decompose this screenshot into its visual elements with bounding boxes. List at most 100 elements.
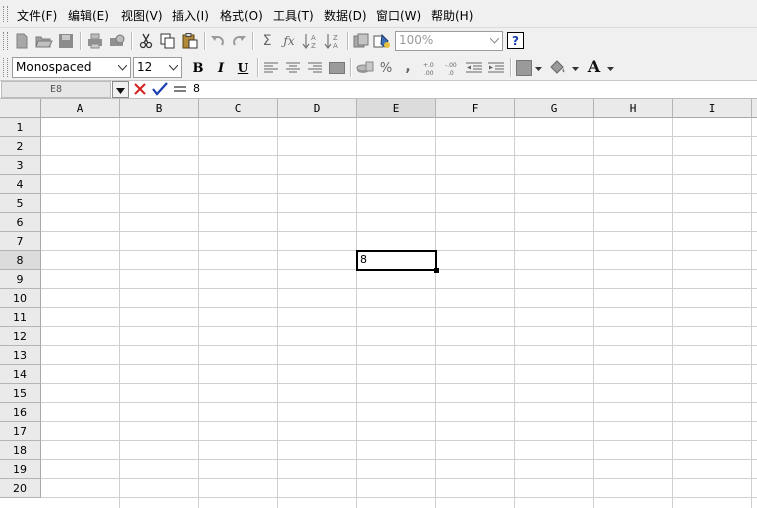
menu-data[interactable]: 数据(D): [324, 7, 367, 24]
drawing-icon[interactable]: [373, 32, 391, 50]
help-button[interactable]: ?: [507, 32, 524, 49]
row-header[interactable]: 3: [0, 156, 41, 175]
svg-text:+.0: +.0: [423, 62, 434, 69]
borders-dropdown-icon[interactable]: [533, 60, 543, 78]
row-header[interactable]: 18: [0, 441, 41, 460]
font-size-select[interactable]: 12: [133, 57, 182, 78]
equals-icon[interactable]: [173, 83, 187, 98]
comma-button[interactable]: ,: [399, 58, 417, 76]
sort-descending-icon[interactable]: ZA: [324, 32, 342, 50]
column-header[interactable]: H: [594, 99, 673, 118]
currency-icon[interactable]: [356, 59, 374, 77]
column-header[interactable]: F: [436, 99, 515, 118]
row-header[interactable]: 4: [0, 175, 41, 194]
percent-button[interactable]: %: [377, 59, 395, 77]
zoom-select[interactable]: 100%: [395, 31, 503, 51]
column-header[interactable]: C: [199, 99, 278, 118]
column-header[interactable]: E: [357, 99, 436, 118]
row-header[interactable]: 17: [0, 422, 41, 441]
row-header[interactable]: 7: [0, 232, 41, 251]
new-icon[interactable]: [13, 32, 31, 50]
row-header[interactable]: 10: [0, 289, 41, 308]
column-header[interactable]: A: [41, 99, 120, 118]
toolbar-grip: [3, 58, 8, 77]
row-header[interactable]: 2: [0, 137, 41, 156]
merge-cells-icon[interactable]: [328, 59, 346, 77]
svg-text:A: A: [311, 34, 316, 42]
row-header[interactable]: 9: [0, 270, 41, 289]
fill-color-icon[interactable]: [548, 59, 566, 77]
accept-icon[interactable]: [152, 82, 168, 99]
paste-icon[interactable]: [181, 32, 199, 50]
align-center-icon[interactable]: [284, 59, 302, 77]
font-size-value: 12: [137, 60, 153, 74]
increase-decimal-icon[interactable]: +.0.00: [421, 59, 439, 77]
print-icon[interactable]: [86, 32, 104, 50]
formula-input[interactable]: 8: [193, 82, 200, 95]
italic-button[interactable]: I: [212, 59, 230, 77]
menu-bar: 文件(F) 编辑(E) 视图(V) 插入(I) 格式(O) 工具(T) 数据(D…: [0, 0, 757, 28]
row-header[interactable]: 5: [0, 194, 41, 213]
menu-window[interactable]: 窗口(W): [376, 7, 421, 24]
row-header[interactable]: 8: [0, 251, 41, 270]
cut-icon[interactable]: [137, 32, 155, 50]
cell-reference-dropdown[interactable]: [112, 81, 129, 98]
copy-icon[interactable]: [159, 32, 177, 50]
sum-icon[interactable]: Σ: [258, 32, 276, 50]
font-color-dropdown-icon[interactable]: [605, 60, 615, 78]
increase-indent-icon[interactable]: [487, 59, 505, 77]
row-header[interactable]: 19: [0, 460, 41, 479]
decrease-indent-icon[interactable]: [465, 59, 483, 77]
align-right-icon[interactable]: [306, 59, 324, 77]
row-header[interactable]: 13: [0, 346, 41, 365]
zoom-value: 100%: [399, 33, 434, 47]
redo-icon[interactable]: [230, 32, 248, 50]
row-header[interactable]: 15: [0, 384, 41, 403]
column-header-partial[interactable]: [752, 99, 757, 118]
menu-help[interactable]: 帮助(H): [431, 7, 473, 24]
row-header[interactable]: 14: [0, 365, 41, 384]
column-header[interactable]: D: [278, 99, 357, 118]
decrease-decimal-icon[interactable]: -.00.0: [443, 59, 461, 77]
column-header[interactable]: I: [673, 99, 752, 118]
row-header[interactable]: 16: [0, 403, 41, 422]
open-icon[interactable]: [35, 32, 53, 50]
fill-color-dropdown-icon[interactable]: [570, 60, 580, 78]
menu-grip: [3, 6, 8, 22]
menu-file[interactable]: 文件(F): [17, 7, 57, 24]
menu-format[interactable]: 格式(O): [220, 7, 263, 24]
column-header[interactable]: B: [120, 99, 199, 118]
font-name-select[interactable]: Monospaced: [12, 57, 131, 78]
cell-reference-box[interactable]: E8: [1, 81, 111, 98]
active-cell[interactable]: 8: [356, 250, 439, 273]
toolbar-grip: [3, 32, 8, 50]
menu-edit[interactable]: 编辑(E): [68, 7, 109, 24]
active-cell-value: 8: [360, 253, 367, 266]
row-header[interactable]: 12: [0, 327, 41, 346]
formatting-toolbar: Monospaced 12 B I U % , +.0.00 -.00.0 A: [0, 54, 757, 81]
select-all-corner[interactable]: [0, 99, 41, 118]
column-header[interactable]: G: [515, 99, 594, 118]
bold-button[interactable]: B: [189, 59, 207, 77]
row-header[interactable]: 11: [0, 308, 41, 327]
font-color-button[interactable]: A: [585, 57, 603, 76]
function-icon[interactable]: ƒx: [280, 32, 298, 50]
align-left-icon[interactable]: [262, 59, 280, 77]
save-icon[interactable]: [57, 32, 75, 50]
undo-icon[interactable]: [209, 32, 227, 50]
menu-insert[interactable]: 插入(I): [172, 7, 209, 24]
chevron-down-icon: [167, 58, 179, 77]
row-header[interactable]: 1: [0, 118, 41, 137]
cell-area[interactable]: [41, 118, 757, 508]
borders-icon[interactable]: [515, 59, 533, 77]
chart-icon[interactable]: [352, 32, 370, 50]
menu-tools[interactable]: 工具(T): [273, 7, 314, 24]
print-preview-icon[interactable]: [108, 32, 126, 50]
row-header[interactable]: 20: [0, 479, 41, 498]
fill-handle[interactable]: [434, 268, 439, 273]
sort-ascending-icon[interactable]: AZ: [302, 32, 320, 50]
underline-button[interactable]: U: [234, 59, 252, 77]
row-header[interactable]: 6: [0, 213, 41, 232]
menu-view[interactable]: 视图(V): [121, 7, 163, 24]
cancel-icon[interactable]: [133, 82, 147, 99]
